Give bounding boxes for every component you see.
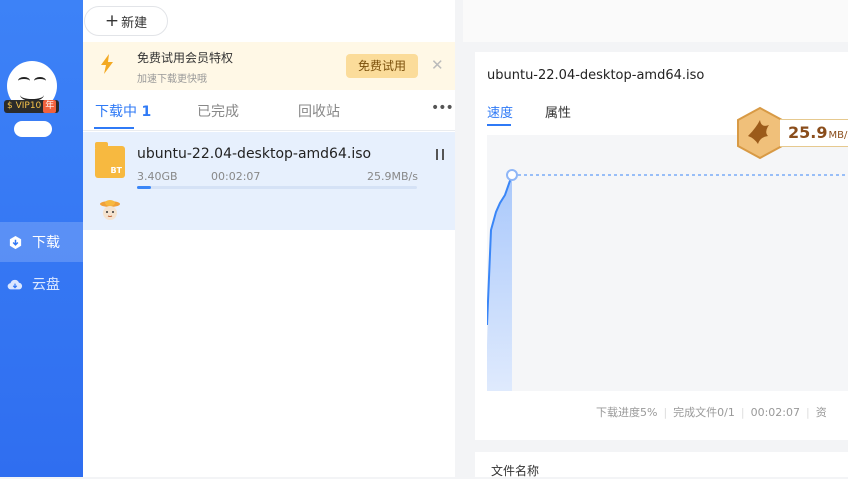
top-toolbar: + 新建: [83, 0, 455, 42]
avatar-eye-left: [18, 77, 30, 85]
task-size: 3.40GB: [137, 170, 178, 183]
new-task-button[interactable]: + 新建: [84, 6, 168, 36]
stat-files: 完成文件0/1: [673, 406, 735, 419]
speed-badge: 25.9 MB/s: [734, 106, 848, 160]
task-name: ubuntu-22.04-desktop-amd64.iso: [137, 146, 372, 162]
list-item[interactable]: BT ubuntu-22.04-desktop-amd64.iso 3.40GB…: [83, 132, 455, 230]
bt-type-label: BT: [110, 166, 122, 175]
detail-tab-indicator: [487, 124, 511, 126]
active-tab-indicator: [94, 127, 134, 129]
task-list-panel: + 新建 免费试用会员特权 加速下载更快哦 免费试用 ✕ 下载中 1 已完成 回…: [83, 0, 455, 477]
sidebar-item-label: 下载: [32, 235, 60, 251]
task-remaining-time: 00:02:07: [211, 170, 261, 183]
promo-title: 免费试用会员特权: [137, 51, 234, 65]
plus-icon: +: [104, 10, 120, 31]
bt-file-icon: BT: [95, 142, 125, 178]
task-progress-fill: [137, 186, 151, 189]
tab-downloading[interactable]: 下载中 1: [95, 101, 151, 121]
lightning-icon: [100, 54, 114, 79]
tab-downloading-count: 1: [141, 104, 152, 120]
vip-label: VIP10: [15, 101, 42, 111]
promo-subtitle: 加速下载更快哦: [137, 74, 207, 85]
detail-top-area: [463, 0, 848, 42]
sidebar-item-download[interactable]: 下载: [0, 222, 83, 262]
sidebar-item-cloud[interactable]: 云盘: [0, 264, 83, 304]
speed-current-point: [506, 169, 518, 181]
free-trial-button[interactable]: 免费试用: [346, 54, 418, 78]
task-speed: 25.9MB/s: [367, 170, 418, 183]
speed-area: [487, 175, 512, 391]
pause-icon[interactable]: [436, 149, 446, 160]
tab-downloading-label: 下载中: [95, 104, 137, 120]
stat-progress: 下载进度5%: [596, 406, 658, 419]
vip-badge[interactable]: $ VIP10 年: [4, 100, 60, 113]
badge-speed-value: 25.9: [788, 123, 828, 142]
vip-promo-banner: 免费试用会员特权 加速下载更快哦 免费试用 ✕: [83, 42, 455, 90]
stat-time: 00:02:07: [750, 406, 800, 419]
detail-panel: ubuntu-22.04-desktop-amd64.iso 速度 属性 下载进…: [463, 0, 848, 478]
task-tabs: 下载中 1 已完成 回收站 •••: [83, 90, 455, 131]
avatar-eye-right: [34, 77, 46, 85]
tab-speed[interactable]: 速度: [487, 102, 513, 121]
file-list-card: 文件名称: [475, 452, 848, 478]
badge-speed-box: 25.9 MB/s: [780, 119, 848, 147]
stat-resource: 资: [815, 406, 827, 419]
tab-properties[interactable]: 属性: [545, 102, 571, 121]
cloud-icon: [7, 276, 23, 292]
bird-logo-icon: [737, 106, 783, 160]
tab-completed[interactable]: 已完成: [197, 101, 239, 121]
download-icon: [7, 234, 23, 250]
sidebar: $ VIP10 年 下载 云盘: [0, 0, 83, 477]
mascot-icon: [99, 198, 121, 222]
task-progress-bar: [137, 186, 417, 189]
new-task-label: 新建: [121, 15, 148, 31]
detail-title: ubuntu-22.04-desktop-amd64.iso: [487, 68, 705, 83]
file-name-column-header: 文件名称: [491, 464, 540, 478]
sidebar-item-label: 云盘: [32, 277, 60, 293]
tab-recycle-bin[interactable]: 回收站: [298, 101, 340, 121]
speed-chart: [486, 135, 848, 391]
badge-speed-unit: MB/s: [828, 130, 848, 141]
vip-year: 年: [43, 100, 57, 113]
more-options-icon[interactable]: •••: [431, 100, 454, 116]
download-stats: 下载进度5% | 完成文件0/1 | 00:02:07 | 资: [596, 406, 827, 419]
close-icon[interactable]: ✕: [431, 56, 444, 74]
detail-card: ubuntu-22.04-desktop-amd64.iso 速度 属性 下载进…: [475, 52, 848, 440]
username-pill[interactable]: [14, 121, 52, 137]
